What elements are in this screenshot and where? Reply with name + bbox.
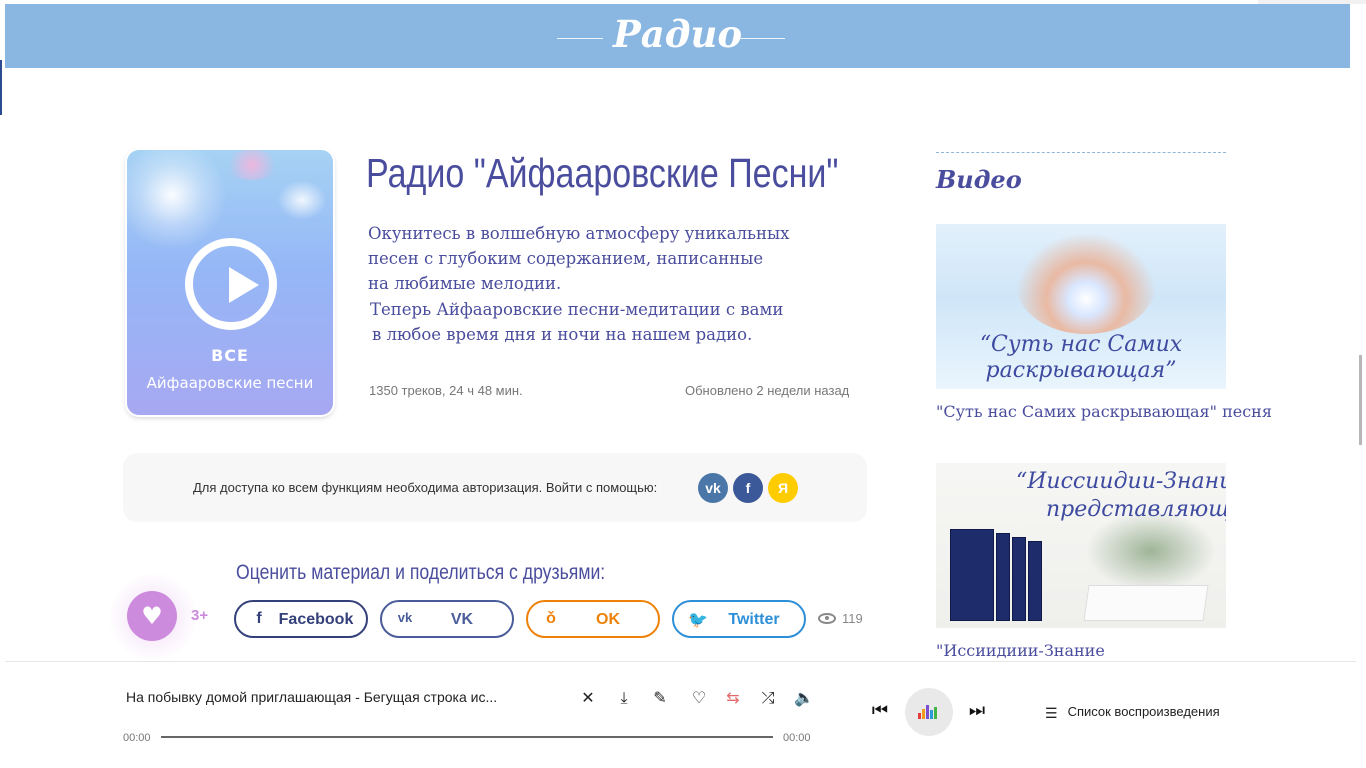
header-line-right xyxy=(739,38,785,39)
progress-bar[interactable] xyxy=(161,736,773,738)
view-counter: 119 xyxy=(818,611,863,626)
facebook-login-button[interactable]: f xyxy=(733,473,763,503)
plant-image xyxy=(1086,511,1216,591)
share-prompt: Оценить материал и поделиться с друзьями… xyxy=(236,561,606,584)
eye-icon xyxy=(818,613,836,624)
time-total: 00:00 xyxy=(783,732,811,744)
video-link[interactable]: "Иссиидиии-Знание xyxy=(936,642,1105,660)
share-facebook-button[interactable]: f Facebook xyxy=(234,600,368,638)
hands-image xyxy=(1016,234,1156,334)
shuffle-icon[interactable]: ⤮ xyxy=(758,688,778,708)
dove-decoration xyxy=(277,180,327,220)
heart-icon[interactable]: ♡ xyxy=(689,688,709,708)
flower-decoration xyxy=(222,150,282,180)
track-stats: 1350 треков, 24 ч 48 мин. xyxy=(369,383,523,398)
description-line: Окунитесь в волшебную атмосферу уникальн… xyxy=(368,224,790,243)
like-count: 3+ xyxy=(191,607,209,624)
cover-label-songs: Айфааровские песни xyxy=(146,374,314,392)
previous-track-icon[interactable]: ⏮ xyxy=(869,700,891,722)
open-book-image xyxy=(1083,585,1209,621)
description-line: на любимые мелодии. xyxy=(368,274,562,293)
share-button-label: Facebook xyxy=(278,611,354,628)
download-icon[interactable]: ⤓ xyxy=(614,688,634,708)
volume-icon[interactable]: 🔈 xyxy=(794,688,814,708)
yandex-login-button[interactable]: Я xyxy=(768,473,798,503)
sun-glow xyxy=(127,150,227,250)
cover-label-all: ВСЕ xyxy=(211,346,249,365)
microphone-icon[interactable]: ✎ xyxy=(650,688,670,708)
page-header: Радио xyxy=(5,4,1350,68)
left-edge-marker xyxy=(0,60,2,115)
radio-title: Радио "Айфааровские Песни" xyxy=(366,150,839,196)
view-count: 119 xyxy=(842,611,863,626)
auth-text: Для доступа ко всем функциям необходима … xyxy=(193,480,658,495)
sidebar-title: Видео xyxy=(936,165,1022,194)
sidebar-divider xyxy=(936,152,1226,153)
equalizer-icon xyxy=(918,705,940,719)
playlist-label: Список воспроизведения xyxy=(1067,704,1220,719)
scrollbar[interactable] xyxy=(1359,355,1362,445)
list-icon: ☰ xyxy=(1045,705,1058,721)
share-twitter-button[interactable]: 🐦 Twitter xyxy=(672,600,806,638)
vk-login-button[interactable]: vk xyxy=(698,473,728,503)
playlist-button[interactable]: ☰ Список воспроизведения xyxy=(1045,704,1220,722)
audio-player: На побывку домой приглашающая - Бегущая … xyxy=(5,661,1356,768)
description-line: песен с глубоким содержанием, написанные xyxy=(368,249,764,268)
description-line: в любое время дня и ночи на нашем радио. xyxy=(372,325,753,344)
thumbnail-caption: представляющая” xyxy=(1046,497,1226,522)
next-track-icon[interactable]: ⏭ xyxy=(966,700,988,722)
video-thumbnail[interactable]: “Ииссиидии-Знание представляющая” xyxy=(936,463,1226,628)
share-button-label: Twitter xyxy=(728,611,780,628)
current-track-title: На побывку домой приглашающая - Бегущая … xyxy=(126,689,498,705)
play-pause-button[interactable] xyxy=(905,688,953,736)
video-thumbnail[interactable]: “Суть нас Самих раскрывающая” xyxy=(936,224,1226,389)
thumbnail-caption: “Суть нас Самих xyxy=(979,332,1183,357)
books-image xyxy=(950,521,1060,621)
updated-date: Обновлено 2 недели назад xyxy=(685,383,850,398)
page-title: Радио xyxy=(612,12,743,56)
auth-box: Для доступа ко всем функциям необходима … xyxy=(123,453,867,522)
share-ok-button[interactable]: ǒ OK xyxy=(526,600,660,638)
share-button-label: VK xyxy=(450,611,474,628)
repeat-icon[interactable]: ⇆ xyxy=(723,688,743,708)
thumbnail-caption: раскрывающая” xyxy=(985,358,1177,383)
description-line: Теперь Айфааровские песни-медитации с ва… xyxy=(370,300,784,319)
like-button[interactable]: ♥ xyxy=(127,591,177,641)
heart-icon: ♥ xyxy=(141,602,163,630)
thumbnail-caption: “Ииссиидии-Знание xyxy=(1016,469,1226,494)
video-link[interactable]: "Суть нас Самих раскрывающая" песня xyxy=(936,403,1272,421)
close-icon[interactable]: ✕ xyxy=(578,688,598,708)
play-icon[interactable] xyxy=(185,238,277,330)
time-current: 00:00 xyxy=(123,732,151,744)
share-vk-button[interactable]: vk VK xyxy=(380,600,514,638)
radio-cover-play-button[interactable]: ВСЕ Айфааровские песни xyxy=(127,150,333,415)
share-button-label: OK xyxy=(596,611,620,628)
